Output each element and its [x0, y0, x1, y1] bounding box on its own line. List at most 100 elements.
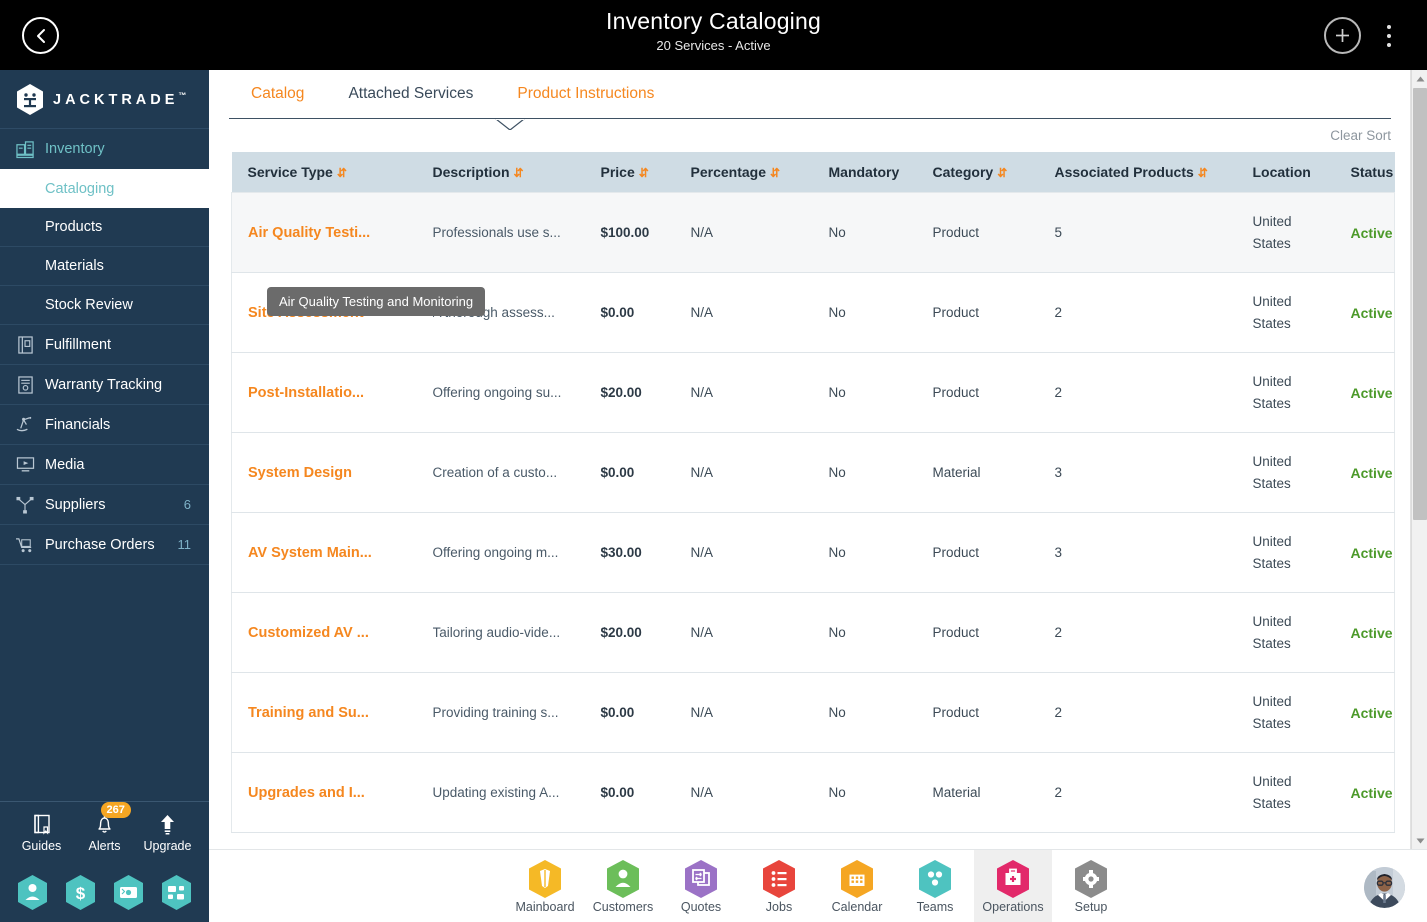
- sidebar-item-label: Financials: [45, 416, 111, 433]
- sidebar-item-products[interactable]: Products: [0, 208, 209, 247]
- cell-location: United States: [1236, 752, 1335, 833]
- table-row[interactable]: Post-Installatio... Offering ongoing su.…: [231, 352, 1395, 433]
- purchase-orders-icon: [14, 534, 36, 556]
- column-header-location[interactable]: Location: [1236, 152, 1335, 193]
- tab-catalog[interactable]: Catalog: [229, 70, 326, 118]
- scroll-down-icon[interactable]: [1412, 832, 1427, 849]
- sidebar-item-fulfillment[interactable]: Fulfillment: [0, 325, 209, 365]
- bottom-nav-calendar[interactable]: Calendar: [818, 850, 896, 922]
- sidebar-tool-upgrade[interactable]: Upgrade: [138, 812, 198, 853]
- sidebar-tool-guides[interactable]: Guides: [12, 812, 72, 853]
- cell-percentage: N/A: [674, 512, 813, 593]
- sidebar-item-label: Materials: [45, 258, 104, 274]
- tab-product-instructions[interactable]: Product Instructions: [495, 70, 676, 118]
- bottom-nav-label: Teams: [916, 899, 954, 914]
- clear-sort-button[interactable]: Clear Sort: [1330, 128, 1391, 143]
- sidebar-item-materials[interactable]: Materials: [0, 247, 209, 286]
- brand-logo[interactable]: JACKTRADE™: [0, 70, 209, 129]
- sidebar-item-inventory[interactable]: Inventory: [0, 129, 209, 169]
- sort-icon[interactable]: ⇵: [997, 166, 1007, 180]
- main-content: Catalog Attached Services Product Instru…: [209, 70, 1413, 849]
- column-header-mandatory[interactable]: Mandatory: [812, 152, 917, 193]
- bottom-nav-mainboard[interactable]: Mainboard: [506, 850, 584, 922]
- table-row[interactable]: Air Quality Testi... Professionals use s…: [231, 192, 1395, 273]
- scroll-up-icon[interactable]: [1412, 70, 1427, 87]
- status-badge: Active: [1334, 512, 1395, 593]
- sidebar-item-financials[interactable]: Financials: [0, 405, 209, 445]
- column-header-percentage[interactable]: Percentage ⇵: [674, 152, 813, 193]
- sidebar-item-warranty-tracking[interactable]: Warranty Tracking: [0, 365, 209, 405]
- calendar-icon: [839, 860, 875, 899]
- teams-icon: [917, 860, 953, 899]
- sidebar-badge-suppliers: 6: [183, 497, 191, 512]
- cell-category: Product: [916, 512, 1039, 593]
- sidebar-item-stock-review[interactable]: Stock Review: [0, 286, 209, 325]
- service-type-link[interactable]: System Design: [248, 465, 411, 481]
- dollar-hex-icon[interactable]: $: [64, 874, 97, 911]
- sort-icon[interactable]: ⇵: [337, 166, 347, 180]
- service-type-link[interactable]: Upgrades and I...: [248, 785, 411, 801]
- overflow-menu-button[interactable]: [1377, 18, 1401, 54]
- bottom-nav-teams[interactable]: Teams: [896, 850, 974, 922]
- person-hex-icon[interactable]: [16, 874, 49, 911]
- service-type-link[interactable]: Customized AV ...: [248, 625, 411, 641]
- cell-service-type: Post-Installatio...: [231, 352, 417, 433]
- sidebar-item-suppliers[interactable]: Suppliers 6: [0, 485, 209, 525]
- column-header-service-type[interactable]: Service Type ⇵: [231, 152, 417, 193]
- sidebar-item-media[interactable]: Media: [0, 445, 209, 485]
- add-button[interactable]: [1324, 17, 1361, 54]
- service-type-link[interactable]: AV System Main...: [248, 545, 411, 561]
- sort-icon[interactable]: ⇵: [639, 166, 649, 180]
- user-avatar[interactable]: [1364, 867, 1405, 908]
- column-header-category[interactable]: Category ⇵: [916, 152, 1039, 193]
- fulfillment-icon: [14, 334, 36, 356]
- scrollbar-thumb[interactable]: [1413, 88, 1427, 520]
- financials-icon: [14, 414, 36, 436]
- table-row[interactable]: Upgrades and I... Updating existing A...…: [231, 752, 1395, 833]
- column-header-description[interactable]: Description ⇵: [416, 152, 585, 193]
- cell-associated-products: 3: [1038, 432, 1237, 513]
- sort-icon[interactable]: ⇵: [770, 166, 780, 180]
- suppliers-icon: [14, 494, 36, 516]
- sidebar-item-label: Warranty Tracking: [45, 376, 163, 393]
- bottom-nav-customers[interactable]: Customers: [584, 850, 662, 922]
- service-type-link[interactable]: Post-Installatio...: [248, 385, 411, 401]
- header-titles: Inventory Cataloging 20 Services - Activ…: [0, 6, 1427, 54]
- cell-location: United States: [1236, 272, 1335, 353]
- cell-location: United States: [1236, 512, 1335, 593]
- cell-price: $30.00: [584, 512, 675, 593]
- sidebar-item-cataloging[interactable]: Cataloging: [0, 169, 209, 208]
- workflow-hex-icon[interactable]: [160, 874, 193, 911]
- tab-attached-services[interactable]: Attached Services: [326, 70, 495, 118]
- sidebar-item-label: Purchase Orders: [45, 536, 155, 553]
- bottom-nav-operations[interactable]: Operations: [974, 850, 1052, 922]
- sidebar-hex-shortcuts: $: [0, 862, 209, 922]
- cell-price: $20.00: [584, 592, 675, 673]
- book-icon: [32, 812, 52, 838]
- sidebar: JACKTRADE™ Inventory Cataloging Products…: [0, 70, 209, 922]
- vertical-scrollbar[interactable]: [1411, 70, 1427, 849]
- cell-price: $0.00: [584, 272, 675, 353]
- bottom-nav-quotes[interactable]: Quotes: [662, 850, 740, 922]
- sidebar-item-label: Stock Review: [45, 297, 133, 313]
- column-header-price[interactable]: Price ⇵: [584, 152, 675, 193]
- sidebar-tool-alerts[interactable]: 267 Alerts: [75, 801, 135, 853]
- cell-mandatory: No: [812, 192, 917, 273]
- table-row[interactable]: Training and Su... Providing training s.…: [231, 672, 1395, 753]
- cell-description: Professionals use s...: [416, 192, 585, 273]
- table-row[interactable]: AV System Main... Offering ongoing m... …: [231, 512, 1395, 593]
- sort-icon[interactable]: ⇵: [514, 166, 524, 180]
- service-type-link[interactable]: Air Quality Testi...: [248, 225, 411, 241]
- column-header-status[interactable]: Status: [1334, 152, 1395, 193]
- table-row[interactable]: Customized AV ... Tailoring audio-vide..…: [231, 592, 1395, 673]
- bottom-nav-jobs[interactable]: Jobs: [740, 850, 818, 922]
- sort-icon[interactable]: ⇵: [1198, 166, 1208, 180]
- jobs-icon: [761, 860, 797, 899]
- payment-hex-icon[interactable]: [112, 874, 145, 911]
- table-row[interactable]: System Design Creation of a custo... $0.…: [231, 432, 1395, 513]
- sidebar-item-purchase-orders[interactable]: Purchase Orders 11: [0, 525, 209, 565]
- bottom-nav-setup[interactable]: Setup: [1052, 850, 1130, 922]
- service-type-link[interactable]: Training and Su...: [248, 705, 411, 721]
- column-header-associated-products[interactable]: Associated Products ⇵: [1038, 152, 1237, 193]
- cell-service-type: AV System Main...: [231, 512, 417, 593]
